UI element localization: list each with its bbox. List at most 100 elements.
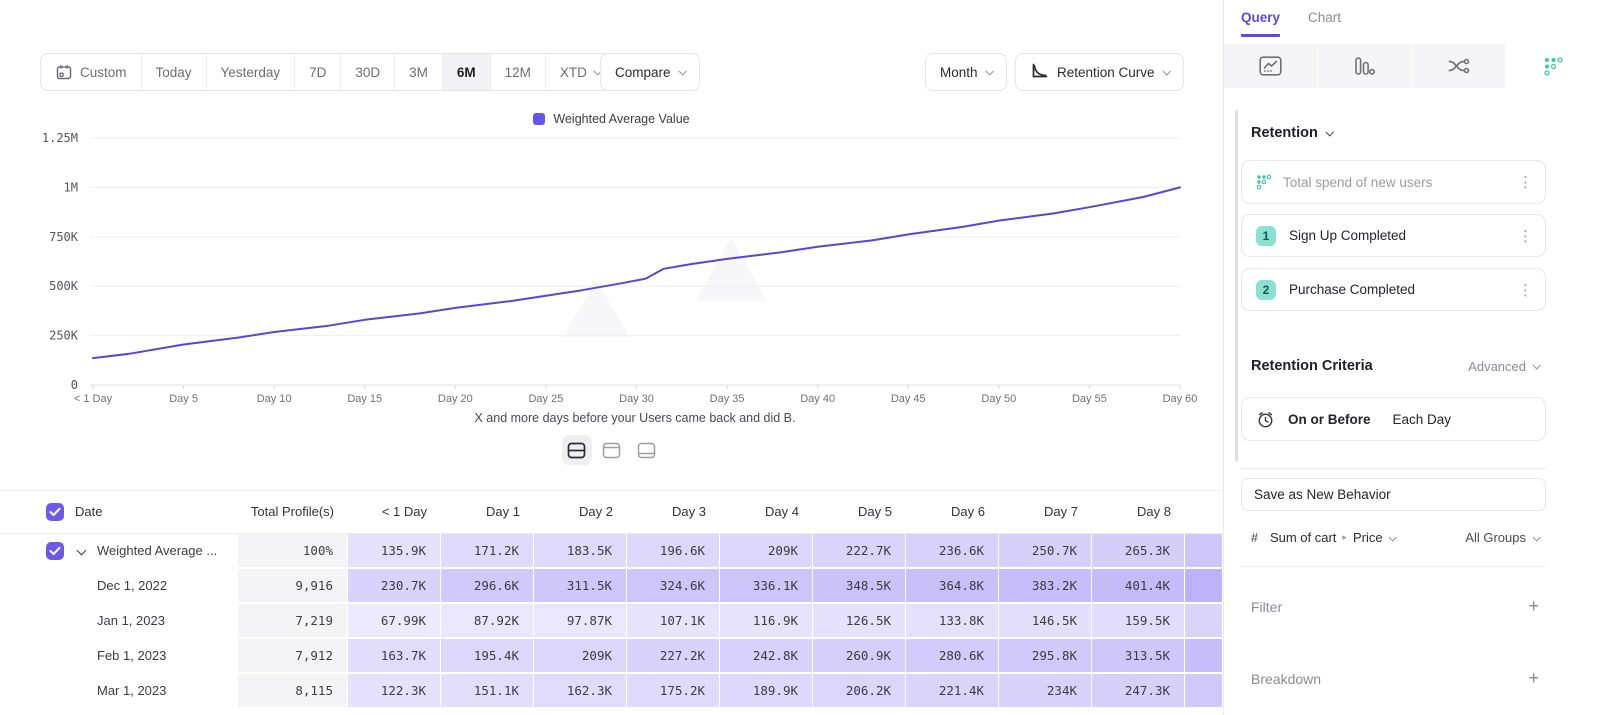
retention-value-cell[interactable]: 236.6K [906,534,999,569]
retention-value-cell[interactable]: 133.8K [906,604,999,639]
x-axis-tick-label: Day 40 [800,393,835,405]
range-3m[interactable]: 3M [395,54,443,90]
kebab-menu-icon[interactable]: ⋮ [1518,227,1533,245]
add-filter-button[interactable]: + [1528,596,1539,617]
total-profiles-cell: 7,912 [238,639,348,674]
retention-value-cell[interactable]: 230.7K [348,569,441,604]
range-label: 3M [409,65,428,80]
retention-value-cell[interactable]: 227.2K [627,639,720,674]
next-column-strip [1185,569,1223,604]
groups-dropdown[interactable]: All Groups [1465,530,1539,545]
expand-chevron-icon[interactable] [77,546,87,556]
range-7d[interactable]: 7D [295,54,341,90]
retention-value-cell[interactable]: 126.5K [813,604,906,639]
row-checkbox[interactable] [46,542,64,560]
retention-value-cell[interactable]: 401.4K [1092,569,1185,604]
compare-button[interactable]: Compare [600,53,700,91]
retention-value-cell[interactable]: 183.5K [534,534,627,569]
retention-section-heading[interactable]: Retention [1251,125,1332,141]
save-as-new-behavior-button[interactable]: Save as New Behavior [1241,478,1546,511]
x-axis-tick-label: Day 50 [981,393,1016,405]
range-custom[interactable]: Custom [41,54,142,90]
step-event-label: Sign Up Completed [1289,228,1406,243]
retention-line-chart[interactable]: 0250K500K750K1M1.25M< 1 DayDay 5Day 10Da… [0,120,1223,432]
retention-value-cell[interactable]: 196.6K [627,534,720,569]
retention-value-cell[interactable]: 146.5K [999,604,1092,639]
retention-value-cell[interactable]: 265.3K [1092,534,1185,569]
kebab-menu-icon[interactable]: ⋮ [1518,173,1533,191]
retention-curve-line[interactable] [93,187,1180,358]
chart-canvas: 0250K500K750K1M1.25M< 1 DayDay 5Day 10Da… [0,120,1223,432]
retention-value-cell[interactable]: 222.7K [813,534,906,569]
retention-value-cell[interactable]: 295.8K [999,639,1092,674]
range-today[interactable]: Today [142,54,207,90]
next-column-strip [1185,534,1223,569]
range-30d[interactable]: 30D [341,54,395,90]
split-view-toggle[interactable] [562,435,592,465]
retention-value-cell[interactable]: 324.6K [627,569,720,604]
retention-value-cell[interactable]: 250.7K [999,534,1092,569]
retention-value-cell[interactable]: 189.9K [720,674,813,709]
row-label-cell[interactable]: Mar 1, 2023 [0,674,238,709]
tab-query[interactable]: Query [1241,10,1280,37]
row-label-cell[interactable]: Weighted Average ... [0,534,238,569]
x-axis-tick-label: Day 5 [169,393,198,405]
range-yesterday[interactable]: Yesterday [207,54,296,90]
report-type-funnels[interactable] [1318,44,1412,88]
step-card[interactable]: 1Sign Up Completed⋮ [1241,214,1546,257]
retention-value-cell[interactable]: 280.6K [906,639,999,674]
criteria-card[interactable]: On or Before Each Day [1241,397,1546,441]
panel-scrollbar[interactable] [1235,110,1238,462]
retention-value-cell[interactable]: 122.3K [348,674,441,709]
report-type-insights[interactable] [1224,44,1318,88]
add-breakdown-button[interactable]: + [1528,668,1539,689]
retention-value-cell[interactable]: 260.9K [813,639,906,674]
report-type-retention[interactable] [1506,44,1600,88]
insights-icon [1259,56,1282,76]
retention-value-cell[interactable]: 97.87K [534,604,627,639]
tab-chart[interactable]: Chart [1308,10,1341,37]
retention-value-cell[interactable]: 162.3K [534,674,627,709]
retention-value-cell[interactable]: 242.8K [720,639,813,674]
row-label-cell[interactable]: Jan 1, 2023 [0,604,238,639]
step-card[interactable]: 2Purchase Completed⋮ [1241,268,1546,311]
table-only-view-toggle[interactable] [632,435,662,465]
retention-value-cell[interactable]: 336.1K [720,569,813,604]
criteria-mode-dropdown[interactable]: Advanced [1468,359,1539,374]
retention-value-cell[interactable]: 67.99K [348,604,441,639]
select-all-checkbox[interactable] [46,503,64,521]
behavior-card[interactable]: Total spend of new users ⋮ [1241,160,1546,204]
retention-value-cell[interactable]: 348.5K [813,569,906,604]
retention-value-cell[interactable]: 163.7K [348,639,441,674]
retention-value-cell[interactable]: 175.2K [627,674,720,709]
retention-value-cell[interactable]: 135.9K [348,534,441,569]
retention-value-cell[interactable]: 159.5K [1092,604,1185,639]
retention-value-cell[interactable]: 195.4K [441,639,534,674]
retention-value-cell[interactable]: 206.2K [813,674,906,709]
report-type-flows[interactable] [1412,44,1506,88]
range-12m[interactable]: 12M [491,54,546,90]
retention-value-cell[interactable]: 247.3K [1092,674,1185,709]
measure-dropdown[interactable]: Sum of cart ▸ Price [1270,530,1395,545]
retention-value-cell[interactable]: 209K [534,639,627,674]
retention-value-cell[interactable]: 87.92K [441,604,534,639]
retention-value-cell[interactable]: 383.2K [999,569,1092,604]
retention-value-cell[interactable]: 296.6K [441,569,534,604]
range-6m[interactable]: 6M [443,54,491,90]
retention-value-cell[interactable]: 221.4K [906,674,999,709]
granularity-button[interactable]: Month [925,53,1007,91]
retention-value-cell[interactable]: 364.8K [906,569,999,604]
retention-value-cell[interactable]: 313.5K [1092,639,1185,674]
row-label-cell[interactable]: Dec 1, 2022 [0,569,238,604]
retention-value-cell[interactable]: 234K [999,674,1092,709]
chart-only-view-toggle[interactable] [597,435,627,465]
retention-value-cell[interactable]: 107.1K [627,604,720,639]
retention-value-cell[interactable]: 151.1K [441,674,534,709]
retention-value-cell[interactable]: 116.9K [720,604,813,639]
chart-type-button[interactable]: Retention Curve [1015,53,1184,91]
retention-value-cell[interactable]: 171.2K [441,534,534,569]
retention-value-cell[interactable]: 311.5K [534,569,627,604]
kebab-menu-icon[interactable]: ⋮ [1518,281,1533,299]
row-label-cell[interactable]: Feb 1, 2023 [0,639,238,674]
retention-value-cell[interactable]: 209K [720,534,813,569]
